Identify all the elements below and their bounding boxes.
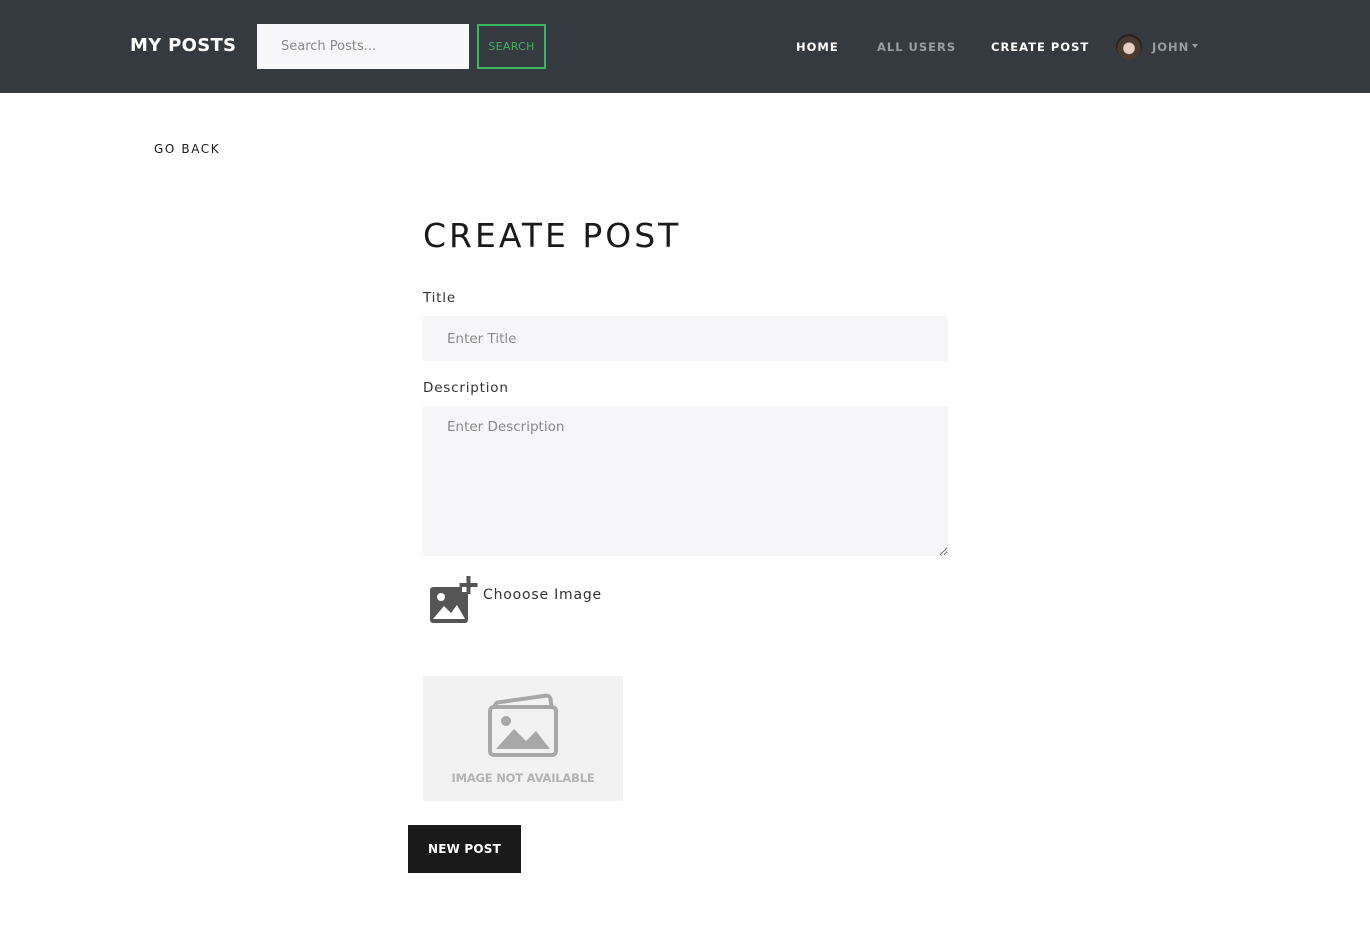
- nav-create-post[interactable]: CREATE POST: [991, 40, 1089, 54]
- avatar[interactable]: [1116, 34, 1142, 60]
- image-not-available-text: IMAGE NOT AVAILABLE: [451, 771, 595, 785]
- title-label: Title: [423, 290, 456, 306]
- image-placeholder-icon: [488, 693, 558, 757]
- description-label: Description: [423, 380, 509, 396]
- image-preview: IMAGE NOT AVAILABLE: [423, 676, 623, 801]
- user-name: JOHN: [1152, 40, 1190, 54]
- go-back-link[interactable]: GO BACK: [154, 142, 220, 156]
- title-input[interactable]: [423, 316, 948, 361]
- description-input[interactable]: [423, 406, 948, 556]
- user-menu-toggle[interactable]: JOHN: [1152, 40, 1199, 54]
- add-photo-icon: [430, 576, 478, 623]
- choose-image-button[interactable]: Chooose Image: [428, 575, 628, 627]
- caret-down-icon: [1192, 44, 1199, 48]
- new-post-button[interactable]: NEW POST: [408, 825, 521, 873]
- brand-logo[interactable]: MY POSTS: [130, 35, 236, 56]
- page-title: CREATE POST: [423, 216, 682, 255]
- search-button[interactable]: SEARCH: [477, 24, 546, 69]
- nav-all-users[interactable]: ALL USERS: [877, 40, 956, 54]
- choose-image-label: Chooose Image: [483, 587, 602, 603]
- search-input[interactable]: [257, 24, 469, 69]
- navbar: MY POSTS SEARCH HOME ALL USERS CREATE PO…: [0, 0, 1370, 93]
- nav-home[interactable]: HOME: [796, 40, 839, 54]
